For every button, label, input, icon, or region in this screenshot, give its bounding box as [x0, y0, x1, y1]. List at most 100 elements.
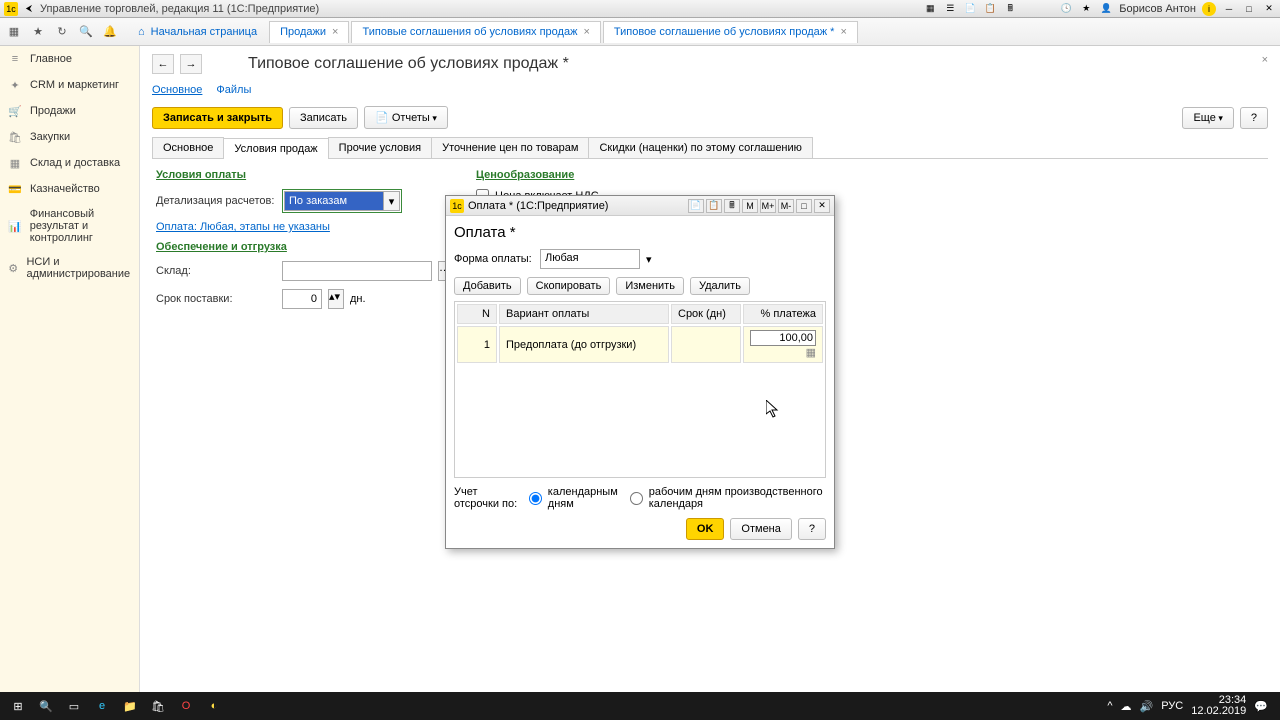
history-icon[interactable]: ↻: [52, 22, 72, 42]
tab-agreement[interactable]: Типовое соглашение об условиях продаж * …: [603, 21, 858, 43]
close-icon[interactable]: ✕: [814, 199, 830, 213]
favorite-icon[interactable]: ★: [1079, 2, 1093, 16]
taskview-icon[interactable]: ▭: [60, 692, 88, 720]
radio-workdays[interactable]: [630, 492, 643, 505]
sidebar-item-main[interactable]: ≡Главное: [0, 46, 139, 72]
col-days[interactable]: Срок (дн): [671, 304, 741, 324]
tool-icon[interactable]: 📄: [688, 199, 704, 213]
m-icon[interactable]: M: [742, 199, 758, 213]
tool-icon[interactable]: 📋: [706, 199, 722, 213]
ok-button[interactable]: OK: [686, 518, 725, 540]
close-icon[interactable]: ×: [583, 26, 589, 38]
close-icon[interactable]: ×: [332, 26, 338, 38]
tab-sales[interactable]: Продажи ×: [269, 21, 349, 43]
notifications-icon[interactable]: 💬: [1254, 700, 1268, 713]
formtab-main[interactable]: Основное: [152, 137, 224, 158]
nav-back-button[interactable]: ←: [152, 54, 174, 74]
warehouse-input[interactable]: [282, 261, 432, 281]
tool-icon[interactable]: 📋: [983, 2, 997, 16]
onedrive-icon[interactable]: ☁: [1121, 700, 1132, 713]
tab-agreements[interactable]: Типовые соглашения об условиях продаж ×: [351, 21, 600, 43]
subnav-main[interactable]: Основное: [152, 84, 202, 96]
edit-button[interactable]: Изменить: [616, 277, 684, 295]
save-button[interactable]: Записать: [289, 107, 358, 129]
radio-workdays-label: рабочим дням производственного календаря: [649, 486, 826, 510]
copy-button[interactable]: Скопировать: [527, 277, 611, 295]
info-icon[interactable]: i: [1202, 2, 1216, 16]
back-icon[interactable]: ⮜: [22, 2, 36, 16]
star-icon[interactable]: ★: [28, 22, 48, 42]
lang-indicator[interactable]: РУС: [1161, 700, 1183, 712]
cancel-button[interactable]: Отмена: [730, 518, 791, 540]
col-pct[interactable]: % платежа: [743, 304, 823, 324]
close-icon[interactable]: ×: [840, 26, 846, 38]
pct-input[interactable]: [750, 330, 816, 346]
payment-link[interactable]: Оплата: Любая, этапы не указаны: [156, 221, 436, 233]
tool-icon[interactable]: 📄: [963, 2, 977, 16]
mplus-icon[interactable]: M+: [760, 199, 776, 213]
app-icon: 1c: [450, 199, 464, 213]
help-button[interactable]: ?: [798, 518, 826, 540]
close-icon[interactable]: ✕: [1262, 2, 1276, 16]
subnav-files[interactable]: Файлы: [216, 84, 251, 96]
tab-home[interactable]: ⌂ Начальная страница: [128, 21, 267, 43]
sidebar-item-crm[interactable]: ✦CRM и маркетинг: [0, 72, 139, 98]
minimize-icon[interactable]: ─: [1222, 2, 1236, 16]
table-row[interactable]: 1 Предоплата (до отгрузки) ▦: [457, 326, 823, 363]
opera-icon[interactable]: O: [172, 692, 200, 720]
mminus-icon[interactable]: M-: [778, 199, 794, 213]
dropdown-icon[interactable]: ▾: [384, 191, 400, 211]
history-icon[interactable]: 🕓: [1059, 2, 1073, 16]
calc-icon[interactable]: ▦: [806, 347, 816, 359]
sidebar-item-admin[interactable]: ⚙НСИ и администрирование: [0, 250, 139, 286]
cell-pct[interactable]: ▦: [743, 326, 823, 363]
sidebar-item-warehouse[interactable]: ▦Склад и доставка: [0, 150, 139, 176]
tool-icon[interactable]: ☰: [943, 2, 957, 16]
radio-calendar[interactable]: [529, 492, 542, 505]
tool-icon[interactable]: 🖩: [1003, 2, 1017, 16]
bell-icon[interactable]: 🔔: [100, 22, 120, 42]
help-button[interactable]: ?: [1240, 107, 1268, 129]
more-button[interactable]: Еще: [1182, 107, 1233, 129]
col-variant[interactable]: Вариант оплаты: [499, 304, 669, 324]
formtab-sales[interactable]: Условия продаж: [223, 138, 328, 159]
nav-fwd-button[interactable]: →: [180, 54, 202, 74]
sidebar-item-label: Закупки: [30, 131, 70, 143]
app-icon[interactable]: ◐: [200, 692, 228, 720]
search-icon[interactable]: 🔍: [32, 692, 60, 720]
volume-icon[interactable]: 🔊: [1140, 700, 1154, 713]
explorer-icon[interactable]: 📁: [116, 692, 144, 720]
maximize-icon[interactable]: □: [796, 199, 812, 213]
spinner-icon[interactable]: ▴▾: [328, 289, 344, 309]
apps-icon[interactable]: ▦: [4, 22, 24, 42]
dialog-titlebar[interactable]: 1c Оплата * (1С:Предприятие) 📄 📋 🖩 M M+ …: [446, 196, 834, 216]
formtab-discounts[interactable]: Скидки (наценки) по этому соглашению: [588, 137, 812, 158]
sidebar-item-treasury[interactable]: 💳Казначейство: [0, 176, 139, 202]
clock[interactable]: 23:34 12.02.2019: [1191, 695, 1246, 717]
col-n[interactable]: N: [457, 304, 497, 324]
maximize-icon[interactable]: □: [1242, 2, 1256, 16]
delivery-input[interactable]: [282, 289, 322, 309]
tray-up-icon[interactable]: ^: [1107, 700, 1112, 712]
tool-icon[interactable]: 🖩: [724, 199, 740, 213]
reports-button[interactable]: 📄 Отчеты: [364, 106, 448, 129]
store-icon[interactable]: 🛍: [144, 692, 172, 720]
payform-select[interactable]: Любая: [540, 249, 640, 269]
save-close-button[interactable]: Записать и закрыть: [152, 107, 283, 129]
close-icon[interactable]: ×: [1262, 54, 1268, 66]
detail-select[interactable]: По заказам: [284, 191, 384, 211]
sidebar-item-purchase[interactable]: 🛍 Закупки: [0, 124, 139, 150]
tool-icon[interactable]: ▦: [923, 2, 937, 16]
add-button[interactable]: Добавить: [454, 277, 521, 295]
dropdown-icon[interactable]: ▾: [646, 253, 652, 266]
sidebar-item-sales[interactable]: 🛒Продажи: [0, 98, 139, 124]
formtab-other[interactable]: Прочие условия: [328, 137, 432, 158]
formtab-price[interactable]: Уточнение цен по товарам: [431, 137, 589, 158]
delete-button[interactable]: Удалить: [690, 277, 750, 295]
sidebar-item-finance[interactable]: 📊Финансовый результат и контроллинг: [0, 202, 139, 250]
start-icon[interactable]: ⊞: [4, 692, 32, 720]
search-icon[interactable]: 🔍: [76, 22, 96, 42]
edge-icon[interactable]: e: [88, 692, 116, 720]
bag-icon: 🛍: [8, 130, 22, 144]
windows-taskbar: ⊞ 🔍 ▭ e 📁 🛍 O ◐ ^ ☁ 🔊 РУС 23:34 12.02.20…: [0, 692, 1280, 720]
